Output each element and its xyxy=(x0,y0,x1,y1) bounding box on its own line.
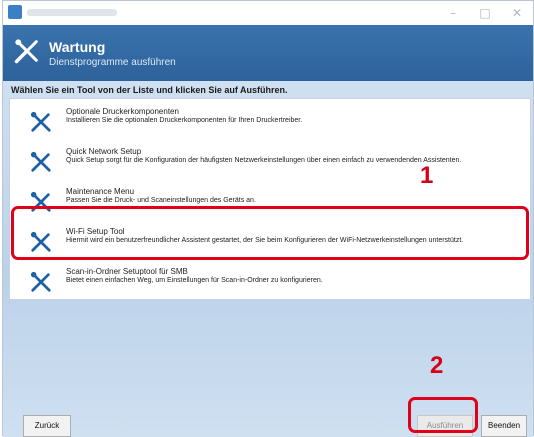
tool-name: Maintenance Menu xyxy=(66,187,135,196)
wrench-screwdriver-icon xyxy=(14,39,38,64)
tool-item-optional-components[interactable]: Optionale Druckerkomponenten Installiere… xyxy=(10,101,530,141)
wrench-screwdriver-icon xyxy=(30,151,51,172)
minimize-button[interactable]: – xyxy=(439,3,467,23)
tool-name: Optionale Druckerkomponenten xyxy=(66,107,179,116)
tool-name: Scan-in-Ordner Setuptool für SMB xyxy=(66,267,188,276)
wrench-screwdriver-icon xyxy=(30,111,51,132)
close-button[interactable]: ✕ xyxy=(503,3,531,23)
tool-name: Quick Network Setup xyxy=(66,147,142,156)
tool-description: Installieren Sie die optionalen Druckerk… xyxy=(66,117,303,124)
tool-description: Bietet einen einfachen Weg, um Einstellu… xyxy=(66,277,323,284)
back-button[interactable]: Zurück xyxy=(23,415,71,437)
maximize-button[interactable]: □ xyxy=(471,3,499,23)
execute-button-highlight xyxy=(408,397,478,433)
header-subtitle: Dienstprogramme ausführen xyxy=(49,57,176,68)
tool-description: Passen Sie die Druck- und Scaneinstellun… xyxy=(66,197,256,204)
window-title xyxy=(27,9,117,16)
callout-step-1: 1 xyxy=(420,162,434,189)
header-title: Wartung xyxy=(49,39,106,55)
tool-list: Optionale Druckerkomponenten Installiere… xyxy=(9,98,531,300)
instruction-text: Wählen Sie ein Tool von der Liste und kl… xyxy=(11,85,288,95)
tool-item-quick-network-setup[interactable]: Quick Network Setup Quick Setup sorgt fü… xyxy=(10,141,530,181)
tool-description: Quick Setup sorgt für die Konfiguration … xyxy=(66,157,462,164)
header-banner: Wartung Dienstprogramme ausführen xyxy=(3,25,533,81)
title-bar: – □ ✕ xyxy=(3,1,533,25)
wifi-tool-highlight xyxy=(11,206,529,260)
finish-button[interactable]: Beenden xyxy=(481,415,527,437)
app-icon xyxy=(8,5,22,19)
tool-item-scan-to-folder-smb[interactable]: Scan-in-Ordner Setuptool für SMB Bietet … xyxy=(10,261,530,301)
wrench-screwdriver-icon xyxy=(30,271,51,292)
callout-step-2: 2 xyxy=(430,352,444,379)
